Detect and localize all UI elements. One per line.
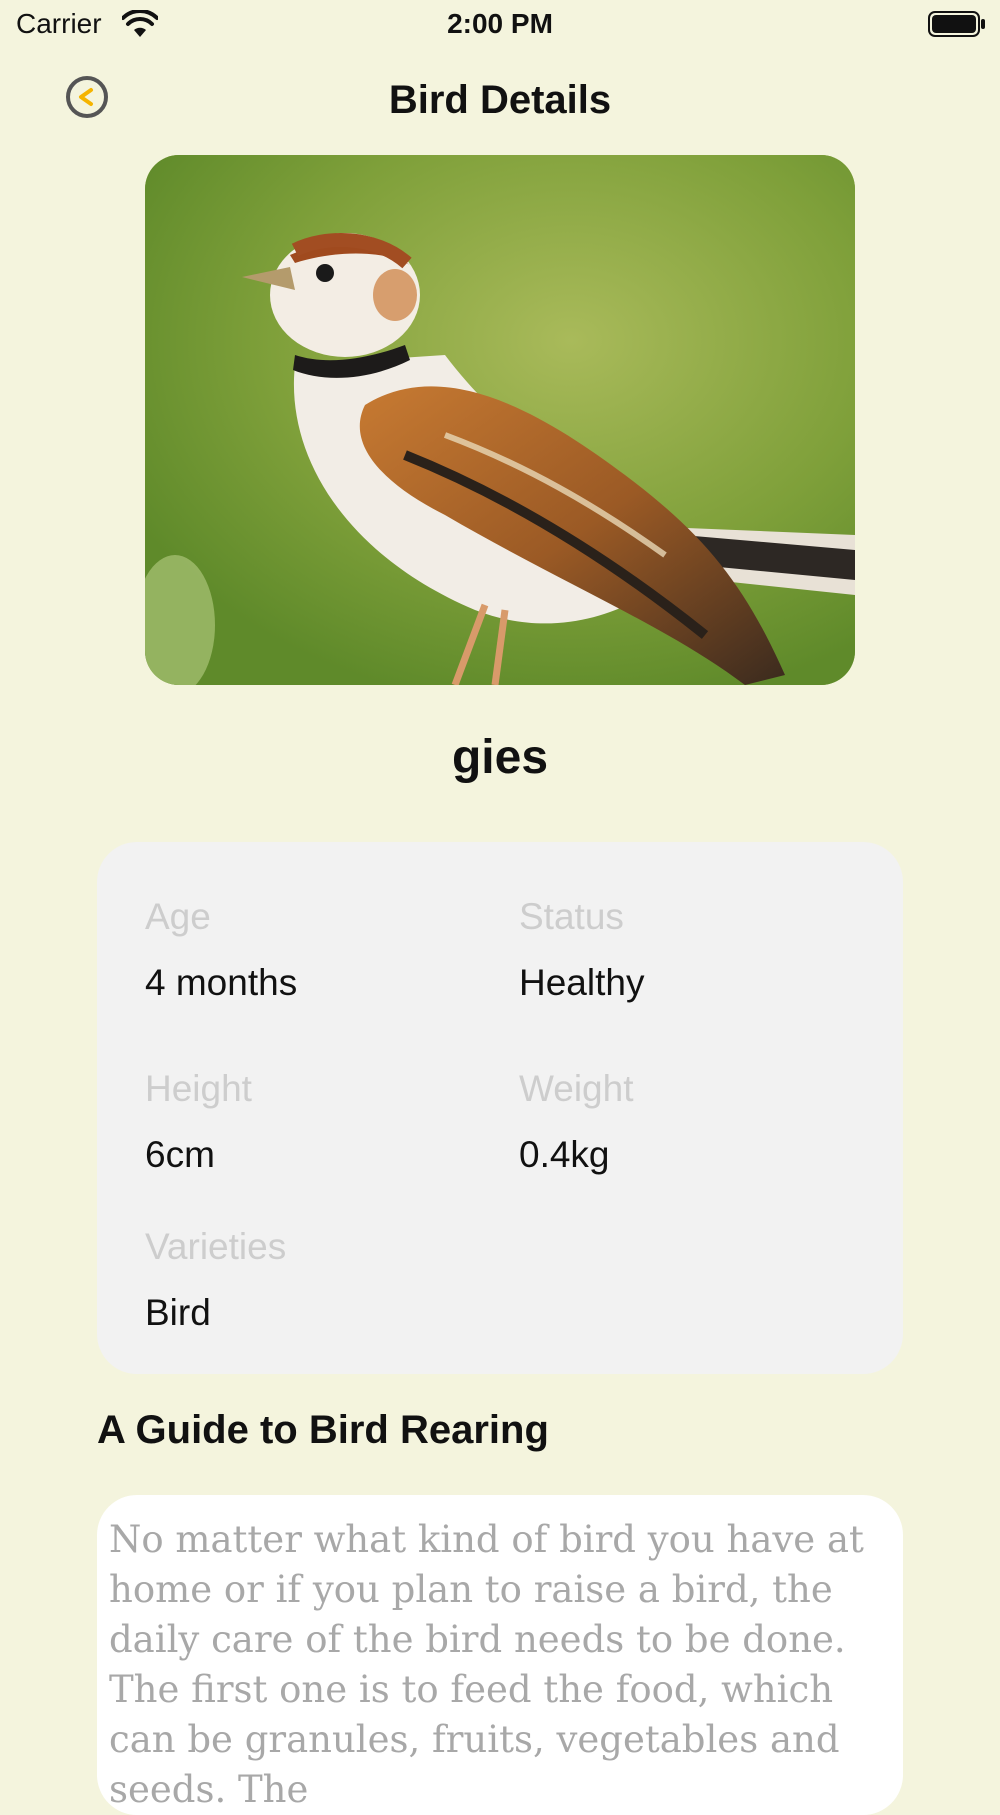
status-value: Healthy — [519, 962, 645, 1003]
age-cell: Age 4 months — [145, 892, 505, 1008]
weight-label: Weight — [519, 1068, 634, 1109]
guide-card[interactable]: No matter what kind of bird you have at … — [97, 1495, 903, 1815]
varieties-cell: Varieties Bird — [145, 1222, 505, 1338]
status-bar: Carrier 2:00 PM — [0, 0, 1000, 52]
battery-icon — [928, 11, 985, 37]
bird-photo — [145, 155, 855, 685]
guide-title: A Guide to Bird Rearing — [97, 1408, 549, 1452]
guide-text: No matter what kind of bird you have at … — [109, 1518, 864, 1811]
height-cell: Height 6cm — [145, 1064, 505, 1180]
info-card: Age 4 months Status Healthy Height 6cm W… — [97, 842, 903, 1374]
height-label: Height — [145, 1068, 252, 1109]
status-label: Status — [519, 896, 624, 937]
weight-value: 0.4kg — [519, 1134, 610, 1175]
height-value: 6cm — [145, 1134, 215, 1175]
weight-cell: Weight 0.4kg — [519, 1064, 879, 1180]
status-cell: Status Healthy — [519, 892, 879, 1008]
age-label: Age — [145, 896, 211, 937]
page-title: Bird Details — [388, 78, 612, 122]
age-value: 4 months — [145, 962, 298, 1003]
bird-name: gies — [451, 731, 549, 784]
clock: 2:00 PM — [447, 8, 553, 39]
varieties-label: Varieties — [145, 1226, 287, 1267]
varieties-value: Bird — [145, 1292, 211, 1333]
nav-bar: Bird Details — [0, 56, 1000, 146]
